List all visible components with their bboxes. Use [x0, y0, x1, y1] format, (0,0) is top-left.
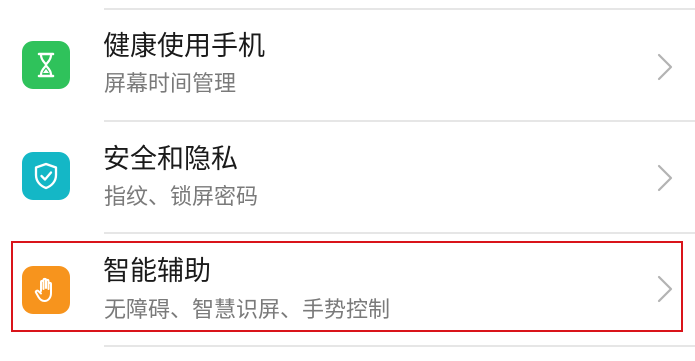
hand-icon [22, 266, 70, 314]
divider-bottom [104, 345, 695, 347]
settings-item-subtitle: 指纹、锁屏密码 [104, 185, 259, 210]
settings-item-title: 安全和隐私 [103, 144, 238, 175]
settings-item-subtitle: 无障碍、智慧识屏、手势控制 [104, 298, 391, 323]
settings-item-digital-balance[interactable]: 健康使用手机 屏幕时间管理 [0, 10, 695, 120]
settings-item-title: 健康使用手机 [103, 31, 265, 62]
settings-item-security-privacy[interactable]: 安全和隐私 指纹、锁屏密码 [0, 122, 695, 232]
settings-item-smart-assistance[interactable]: 智能辅助 无障碍、智慧识屏、手势控制 [0, 234, 695, 344]
settings-item-title: 智能辅助 [103, 256, 211, 287]
settings-item-subtitle: 屏幕时间管理 [104, 72, 237, 97]
hourglass-icon [22, 41, 70, 89]
shield-check-icon [22, 152, 70, 200]
chevron-right-icon [657, 275, 673, 303]
chevron-right-icon [657, 53, 673, 81]
chevron-right-icon [657, 164, 673, 192]
